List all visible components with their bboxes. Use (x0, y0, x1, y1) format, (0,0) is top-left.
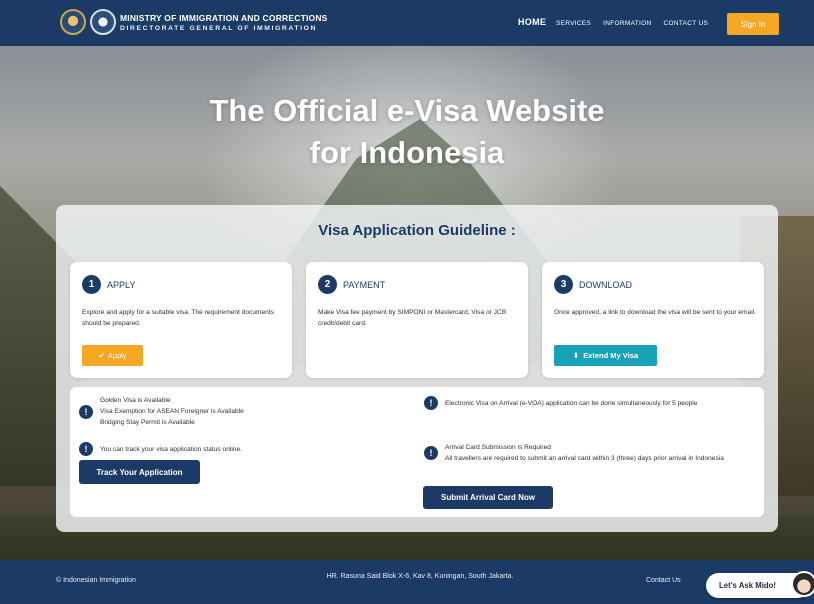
visa-availability-notice: ! Golden Visa is Available Visa Exemptio… (79, 395, 244, 428)
secondary-menu: SERVICES INFORMATION CONTACT US (556, 20, 708, 27)
track-notice: ! You can track your visa application st… (79, 442, 242, 456)
apply-button[interactable]: ✔ Apply (82, 345, 143, 366)
step-card-download: 3 DOWNLOAD Once approved, a link to down… (542, 262, 764, 378)
apply-button-label: Apply (107, 351, 127, 360)
track-notice-text: You can track your visa application stat… (100, 445, 242, 453)
nav-home[interactable]: HOME (518, 17, 546, 27)
arrival-card-text: All travellers are required to submit an… (445, 455, 724, 462)
chat-avatar-icon[interactable] (791, 571, 814, 597)
chat-label: Let's Ask Mido! (719, 581, 777, 590)
immigration-emblem-icon (90, 9, 116, 35)
extend-visa-button-label: Extend My Visa (583, 351, 639, 360)
info-box: ! Golden Visa is Available Visa Exemptio… (70, 387, 764, 517)
hero-title: The Official e-Visa Website for Indonesi… (0, 90, 814, 174)
brand-line2: DIRECTORATE GENERAL OF IMMIGRATION (120, 25, 318, 32)
step-number: 2 (318, 275, 337, 294)
top-navbar: MINISTRY OF IMMIGRATION AND CORRECTIONS … (0, 0, 814, 46)
footer-copyright: © Indonesian Immigration (56, 577, 136, 584)
exclamation-icon: ! (79, 442, 93, 456)
arrival-card-title: Arrival Card Submission is Required (445, 444, 551, 451)
check-icon: ✔ (98, 351, 105, 360)
hero-title-line1: The Official e-Visa Website (209, 93, 605, 128)
exclamation-icon: ! (424, 396, 438, 410)
garuda-emblem-icon (60, 9, 86, 35)
logo-group[interactable] (60, 9, 116, 35)
step-description: Once approved, a link to download the vi… (554, 309, 756, 316)
step-number: 1 (82, 275, 101, 294)
step-number: 3 (554, 275, 573, 294)
hero-title-line2: for Indonesia (309, 135, 505, 170)
notice-bridging-permit: Bridging Stay Permit is Available (100, 419, 195, 426)
step-title: APPLY (107, 279, 136, 290)
main-menu: HOME (518, 17, 546, 27)
step-description: Make Visa fee payment by SIMPONI or Mast… (318, 309, 507, 327)
footer-contact-link[interactable]: Contact Us (646, 577, 681, 584)
track-application-button[interactable]: Track Your Application (79, 460, 200, 484)
extend-visa-button[interactable]: ⬇ Extend My Visa (554, 345, 657, 366)
step-card-apply: 1 APPLY Explore and apply for a suitable… (70, 262, 292, 378)
sign-in-button[interactable]: Sign In (727, 13, 779, 35)
step-description: Explore and apply for a suitable visa. T… (82, 309, 274, 327)
evoa-notice: ! Electronic Visa on Arrival (e-VOA) app… (424, 396, 754, 410)
brand-line1: MINISTRY OF IMMIGRATION AND CORRECTIONS (120, 13, 328, 23)
brand-text[interactable]: MINISTRY OF IMMIGRATION AND CORRECTIONS … (120, 13, 328, 32)
arrival-card-notice: ! Arrival Card Submission is Required Al… (424, 442, 754, 464)
submit-arrival-card-button[interactable]: Submit Arrival Card Now (423, 486, 553, 509)
step-card-payment: 2 PAYMENT Make Visa fee payment by SIMPO… (306, 262, 528, 378)
exclamation-icon: ! (424, 446, 438, 460)
exclamation-icon: ! (79, 404, 93, 419)
step-title: PAYMENT (343, 279, 386, 290)
evoa-notice-text: Electronic Visa on Arrival (e-VOA) appli… (445, 399, 698, 407)
footer: © Indonesian Immigration HR. Rasuna Said… (0, 560, 814, 604)
nav-services[interactable]: SERVICES (556, 20, 591, 27)
download-icon: ⬇ (572, 351, 580, 360)
notice-asean-exemption: Visa Exemption for ASEAN Foreigner is Av… (100, 408, 244, 415)
notice-golden-visa: Golden Visa is Available (100, 397, 171, 404)
footer-address: HR. Rasuna Said Blok X-6, Kav 8, Kuninga… (326, 573, 514, 580)
guideline-panel: Visa Application Guideline : 1 APPLY Exp… (56, 205, 778, 532)
guideline-title: Visa Application Guideline : (318, 222, 516, 239)
nav-contact[interactable]: CONTACT US (663, 20, 708, 27)
nav-information[interactable]: INFORMATION (603, 20, 651, 27)
step-title: DOWNLOAD (579, 279, 633, 290)
